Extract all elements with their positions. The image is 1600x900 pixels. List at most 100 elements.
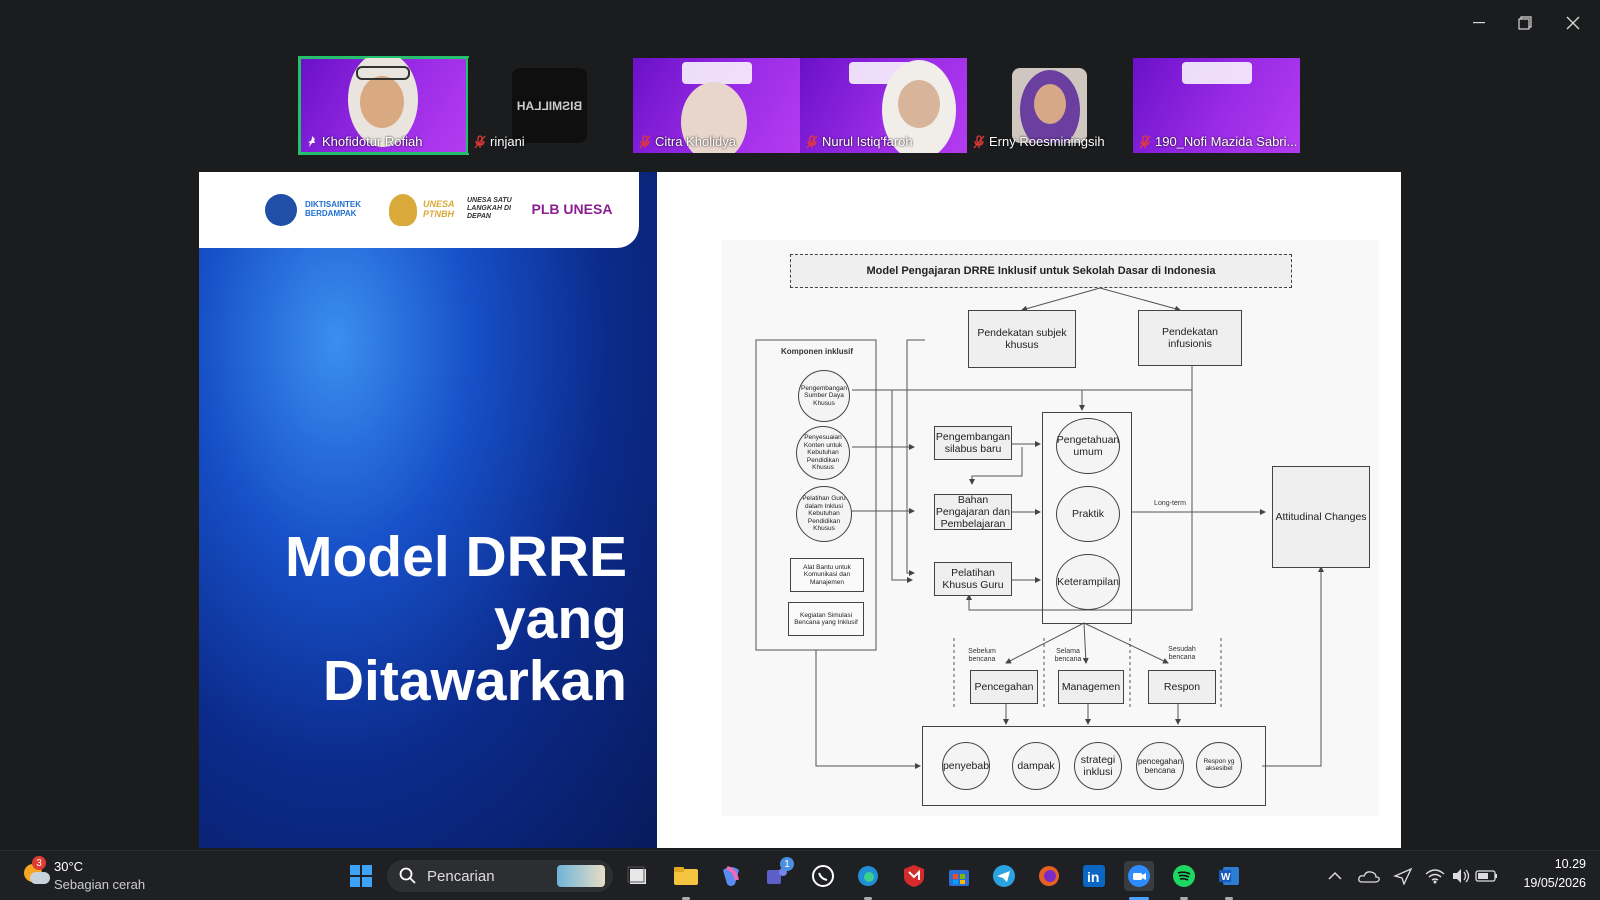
plb-unesa-logo: PLB UNESA <box>531 201 613 217</box>
telegram-icon[interactable] <box>989 861 1019 891</box>
participant-tile-5[interactable]: Erny Roesminingsih <box>967 58 1134 153</box>
bottom-circle: pencegahan bencana <box>1136 742 1184 790</box>
title-line: Model DRRE <box>285 525 627 589</box>
kemdikbud-logo <box>265 194 297 226</box>
svg-text:W: W <box>1221 872 1231 883</box>
muted-mic-icon <box>1139 134 1151 148</box>
bottom-circle: Respon yg aksesibel <box>1196 742 1242 788</box>
taskbar-search[interactable]: Pencarian <box>387 860 613 892</box>
weather-temp[interactable]: 30°C <box>54 859 83 874</box>
participant-name: Khofidotur Rofiah <box>322 134 423 149</box>
svg-text:in: in <box>1087 869 1099 885</box>
phase-label: Selama bencana <box>1054 648 1082 663</box>
drre-model-diagram: Model Pengajaran DRRE Inklusif untuk Sek… <box>722 240 1379 816</box>
bottom-circle: dampak <box>1012 742 1060 790</box>
component-box: Kegiatan Simulasi Bencana yang Inklusif <box>788 602 864 636</box>
unesa-emblem-logo <box>389 194 417 226</box>
edge-icon[interactable] <box>853 861 883 891</box>
weather-icon[interactable]: 3 <box>20 856 50 888</box>
microsoft-store-icon[interactable] <box>944 861 974 891</box>
muted-mic-icon <box>639 134 651 148</box>
outcome-circle: Pengetahuan umum <box>1056 418 1120 474</box>
teams-icon[interactable]: 1 <box>762 857 794 891</box>
logo-bar: DIKTISAINTEK BERDAMPAK UNESA PTNBH UNESA… <box>199 172 639 248</box>
teaching-materials-box: Bahan Pengajaran dan Pembelajaran <box>934 494 1012 530</box>
spotify-icon[interactable] <box>1169 861 1199 891</box>
long-term-label: Long-term <box>1154 500 1186 507</box>
unesa-tagline-logo: UNESA SATU LANGKAH DI DEPAN <box>467 197 512 220</box>
outcome-circle: Praktik <box>1056 486 1120 542</box>
participant-tile-2[interactable]: BISMILLAH rinjani <box>468 58 635 153</box>
phase-box: Pencegahan <box>970 670 1038 704</box>
location-icon[interactable] <box>1388 861 1418 891</box>
approach-subject-box: Pendekatan subjek khusus <box>968 310 1076 368</box>
start-icon[interactable] <box>346 861 376 891</box>
muted-mic-icon <box>474 134 486 148</box>
diktisaintek-logo: DIKTISAINTEK BERDAMPAK <box>305 200 361 218</box>
slide-left-panel: DIKTISAINTEK BERDAMPAK UNESA PTNBH UNESA… <box>199 172 657 848</box>
teacher-training-box: Pelatihan Khusus Guru <box>934 562 1012 596</box>
participant-name: rinjani <box>490 134 525 149</box>
bottom-circle: strategi inklusi <box>1074 742 1122 790</box>
outcome-circle: Keterampilan <box>1056 554 1120 610</box>
participant-tile-6[interactable]: 190_Nofi Mazida Sabri... <box>1133 58 1300 153</box>
file-explorer-icon[interactable] <box>671 861 701 891</box>
close-button[interactable] <box>1550 10 1596 36</box>
phase-box: Managemen <box>1058 670 1124 704</box>
unesa-ptnbh-logo: UNESA PTNBH <box>423 199 455 219</box>
linkedin-icon[interactable]: in <box>1079 861 1109 891</box>
weather-desc[interactable]: Sebagian cerah <box>54 877 145 892</box>
participant-avatar <box>1012 68 1087 143</box>
battery-icon[interactable] <box>1472 861 1502 891</box>
clock-date[interactable]: 19/05/2026 <box>1500 876 1586 890</box>
muted-mic-icon <box>806 134 818 148</box>
mcafee-icon[interactable] <box>899 861 929 891</box>
phase-box: Respon <box>1148 670 1216 704</box>
windows-taskbar: 3 30°C Sebagian cerah Pencarian 1 in W 1… <box>0 850 1600 900</box>
participant-tile-4[interactable]: Nurul Istiq'faroh <box>800 58 967 153</box>
participant-name: 190_Nofi Mazida Sabri... <box>1155 134 1298 149</box>
firefox-icon[interactable] <box>1034 861 1064 891</box>
copilot-icon[interactable] <box>716 861 746 891</box>
phase-label: Sebelum bencana <box>968 648 996 663</box>
task-view-icon[interactable] <box>623 861 653 891</box>
diagram-title: Model Pengajaran DRRE Inklusif untuk Sek… <box>790 254 1292 288</box>
slide-title: Model DRRE yang Ditawarkan <box>227 526 627 712</box>
zoom-icon[interactable] <box>1124 861 1154 891</box>
muted-mic-icon <box>973 134 985 148</box>
participant-avatar: BISMILLAH <box>512 68 587 143</box>
phase-label: Sesudah bencana <box>1168 646 1196 661</box>
banner-graphic <box>681 62 752 84</box>
search-placeholder: Pencarian <box>427 867 495 885</box>
search-icon <box>399 867 416 884</box>
component-circle: Pelatihan Guru dalam Inklusi Kebutuhan P… <box>796 486 852 542</box>
pin-icon <box>308 135 315 147</box>
teams-badge: 1 <box>780 857 794 871</box>
search-highlight-image <box>557 865 605 887</box>
zoom-meeting-window: Khofidotur Rofiah BISMILLAH rinjani Citr… <box>0 0 1600 900</box>
component-box: Alat Bantu untuk Komunikasi dan Manajeme… <box>790 558 864 592</box>
title-line: yang <box>493 587 627 651</box>
approach-infusion-box: Pendekatan infusionis <box>1138 310 1242 366</box>
participant-name: Citra Kholidya <box>655 134 736 149</box>
banner-graphic <box>1181 62 1252 84</box>
participant-tile-3[interactable]: Citra Kholidya <box>633 58 800 153</box>
component-circle: Pengembangan Sumber Daya Khusus <box>798 370 850 422</box>
restore-button[interactable] <box>1502 10 1548 36</box>
clock-time[interactable]: 10.29 <box>1500 857 1586 871</box>
participant-tile-1[interactable]: Khofidotur Rofiah <box>298 56 469 155</box>
syllabus-box: Pengembangan silabus baru <box>934 426 1012 460</box>
whatsapp-icon[interactable] <box>808 861 838 891</box>
title-line: Ditawarkan <box>322 649 627 713</box>
participant-name: Nurul Istiq'faroh <box>822 134 913 149</box>
onedrive-icon[interactable] <box>1354 861 1384 891</box>
glasses <box>356 66 410 80</box>
word-icon[interactable]: W <box>1214 861 1244 891</box>
component-circle: Penyesuaian Konten untuk Kebutuhan Pendi… <box>796 426 850 480</box>
minimize-button[interactable] <box>1456 10 1502 36</box>
participant-name: Erny Roesminingsih <box>989 134 1105 149</box>
component-header: Komponen inklusif <box>781 347 853 356</box>
chevron-up-icon[interactable] <box>1320 861 1350 891</box>
weather-badge: 3 <box>32 856 46 870</box>
bottom-circle: penyebab <box>942 742 990 790</box>
